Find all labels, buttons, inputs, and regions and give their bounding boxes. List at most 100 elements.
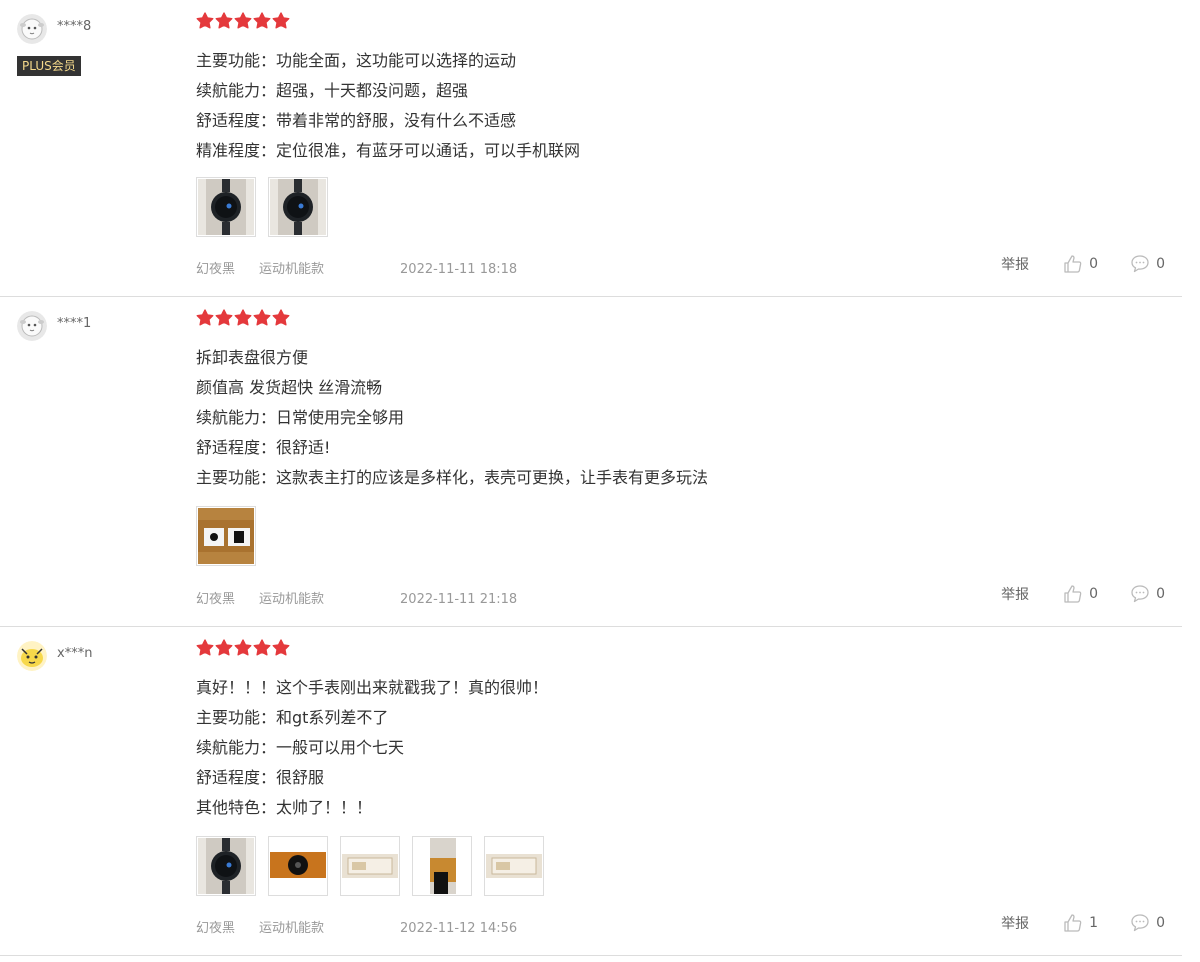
- product-model: 运动机能款: [259, 262, 325, 277]
- review-image-thumbnail[interactable]: [196, 177, 256, 237]
- star-rating: [196, 309, 290, 327]
- star-icon: [215, 12, 233, 29]
- review-image-thumbnail[interactable]: [340, 836, 400, 896]
- watch-box-photo: [198, 508, 254, 564]
- star-icon: [272, 639, 290, 656]
- like-button[interactable]: 0: [1063, 254, 1098, 274]
- star-icon: [215, 639, 233, 656]
- comment-icon: [1131, 585, 1149, 603]
- like-count: 0: [1089, 256, 1099, 272]
- review-line: 舒适程度：很舒服: [196, 768, 325, 787]
- product-model: 运动机能款: [259, 921, 325, 936]
- star-icon: [234, 309, 252, 326]
- wrist-photo: [414, 838, 470, 894]
- review-image-thumbnail[interactable]: [268, 836, 328, 896]
- watch-dark-photo: [270, 838, 326, 894]
- reply-button[interactable]: 0: [1130, 584, 1165, 604]
- reviewer-name: ****1: [57, 316, 92, 331]
- comment-icon: [1131, 255, 1149, 273]
- reply-count: 0: [1156, 256, 1165, 272]
- plus-member-badge: PLUS会员: [17, 56, 81, 76]
- review-line: 主要功能：和gt系列差不了: [196, 708, 389, 727]
- review-text: 拆卸表盘很方便颜值高 发货超快 丝滑流畅续航能力：日常使用完全够用 舒适程度：很舒…: [196, 343, 708, 493]
- review-image-thumbnail[interactable]: [412, 836, 472, 896]
- review-actions: 举报 1 0: [1001, 913, 1165, 933]
- watch-photo: [198, 179, 254, 235]
- product-color: 幻夜黑: [196, 921, 236, 936]
- review-time: 2022-11-12 14:56: [400, 921, 518, 936]
- reply-count: 0: [1156, 586, 1165, 602]
- review-image-thumbnail[interactable]: [196, 506, 256, 566]
- reviewer-name: ****8: [57, 19, 92, 34]
- review-item: ****8 PLUS会员 主要功能：功能全面，这功能可以选择的运动 续航能力：超强，十…: [0, 0, 1182, 297]
- product-model: 运动机能款: [259, 592, 325, 607]
- review-line: 拆卸表盘很方便: [196, 348, 309, 367]
- reviewer-name: x***n: [57, 646, 93, 661]
- product-color: 幻夜黑: [196, 592, 236, 607]
- star-icon: [253, 309, 271, 326]
- review-images: [196, 836, 544, 896]
- review-time: 2022-11-11 21:18: [400, 592, 518, 607]
- review-actions: 举报 0 0: [1001, 584, 1165, 604]
- review-images: [196, 177, 328, 237]
- like-count: 1: [1089, 915, 1099, 931]
- review-text: 真好！！！这个手表刚出来就戳我了！真的很帅！ 主要功能：和gt系列差不了 续航能力：…: [196, 673, 548, 823]
- star-icon: [196, 639, 214, 656]
- sheep-avatar-icon: [17, 14, 47, 44]
- star-icon: [215, 309, 233, 326]
- review-time: 2022-11-11 18:18: [400, 262, 518, 277]
- watch-photo: [270, 179, 326, 235]
- review-meta: 幻夜黑 运动机能款 2022-11-11 21:18: [196, 588, 517, 607]
- review-line: 颜值高 发货超快 丝滑流畅: [196, 378, 383, 397]
- review-line: 主要功能：功能全面，这功能可以选择的运动: [196, 51, 517, 70]
- review-item: x***n 真好！！！这个手表刚出来就戳我了！真的很帅！ 主要功能：和gt系列差不了…: [0, 627, 1182, 956]
- avatar[interactable]: [17, 311, 47, 341]
- star-icon: [234, 12, 252, 29]
- box-photo: [486, 838, 542, 894]
- report-link[interactable]: 举报: [1001, 584, 1029, 604]
- star-icon: [196, 309, 214, 326]
- thumbs-up-icon: [1064, 914, 1082, 932]
- review-text: 主要功能：功能全面，这功能可以选择的运动 续航能力：超强，十天都没问题，超强舒适程…: [196, 46, 580, 166]
- review-line: 主要功能：这款表主打的应该是多样化，表壳可更换，让手表有更多玩法: [196, 468, 709, 487]
- watch-photo: [198, 838, 254, 894]
- review-line: 舒适程度：很舒适!: [196, 438, 331, 457]
- review-line: 舒适程度：带着非常的舒服，没有什么不适感: [196, 111, 517, 130]
- review-item: ****1 拆卸表盘很方便颜值高 发货超快 丝滑流畅续航能力：日常使用完全够用 舒适…: [0, 297, 1182, 627]
- review-images: [196, 506, 256, 566]
- sheep-avatar-icon: [17, 311, 47, 341]
- star-icon: [253, 639, 271, 656]
- review-line: 其他特色：太帅了！！！: [196, 798, 373, 817]
- reply-count: 0: [1156, 915, 1165, 931]
- review-image-thumbnail[interactable]: [268, 177, 328, 237]
- thumbs-up-icon: [1064, 255, 1082, 273]
- star-rating: [196, 12, 290, 30]
- star-icon: [234, 639, 252, 656]
- review-line: 续航能力：超强，十天都没问题，超强: [196, 81, 469, 100]
- review-image-thumbnail[interactable]: [196, 836, 256, 896]
- star-icon: [253, 12, 271, 29]
- box-photo: [342, 838, 398, 894]
- cartoon-avatar-icon: [17, 641, 47, 671]
- avatar[interactable]: [17, 641, 47, 671]
- review-line: 真好！！！这个手表刚出来就戳我了！真的很帅！: [196, 678, 549, 697]
- reply-button[interactable]: 0: [1130, 254, 1165, 274]
- avatar[interactable]: [17, 14, 47, 44]
- like-count: 0: [1089, 586, 1099, 602]
- review-line: 精准程度：定位很准，有蓝牙可以通话，可以手机联网: [196, 141, 581, 160]
- report-link[interactable]: 举报: [1001, 913, 1029, 933]
- report-link[interactable]: 举报: [1001, 254, 1029, 274]
- product-color: 幻夜黑: [196, 262, 236, 277]
- review-image-thumbnail[interactable]: [484, 836, 544, 896]
- star-rating: [196, 639, 290, 657]
- reply-button[interactable]: 0: [1130, 913, 1165, 933]
- review-line: 续航能力：日常使用完全够用: [196, 408, 405, 427]
- star-icon: [272, 309, 290, 326]
- like-button[interactable]: 0: [1063, 584, 1098, 604]
- comment-icon: [1131, 914, 1149, 932]
- star-icon: [196, 12, 214, 29]
- review-actions: 举报 0 0: [1001, 254, 1165, 274]
- thumbs-up-icon: [1064, 585, 1082, 603]
- like-button[interactable]: 1: [1063, 913, 1098, 933]
- review-line: 续航能力：一般可以用个七天: [196, 738, 405, 757]
